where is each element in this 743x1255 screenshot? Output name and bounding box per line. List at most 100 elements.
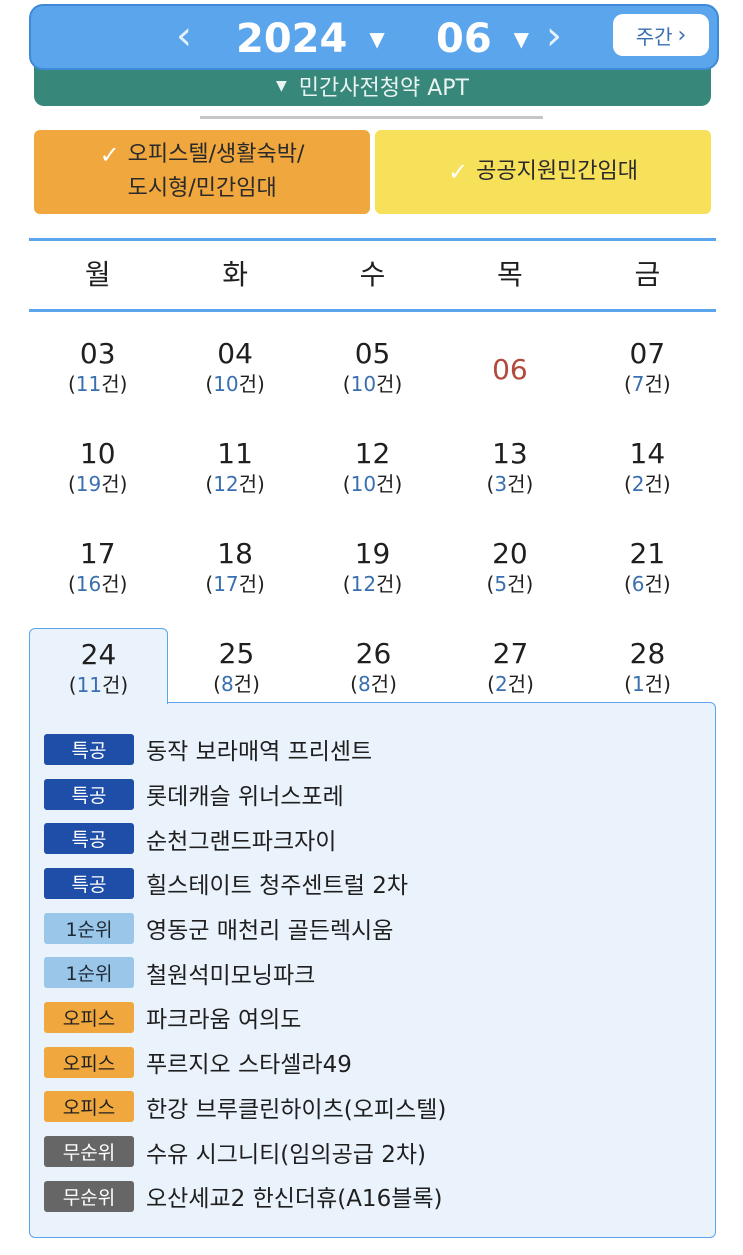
list-item[interactable]: 특공 순천그랜드파크자이 (30, 816, 715, 861)
day-cell[interactable]: 03 (11건) (29, 312, 166, 412)
weekday-wed: 수 (359, 258, 386, 291)
day-cell[interactable]: 18 (17건) (166, 512, 303, 612)
list-item[interactable]: 특공 힐스테이트 청주센트럴 2차 (30, 861, 715, 906)
day-number: 11 (217, 437, 253, 470)
day-number: 20 (492, 537, 528, 570)
day-number: 26 (355, 637, 392, 670)
event-title: 철원석미모닝파크 (146, 962, 316, 989)
day-count: (5건) (486, 572, 534, 596)
filter-officetel-button[interactable]: ✓ 오피스텔/생활숙박/ 도시형/민간임대 (34, 130, 370, 214)
filter-public-support-button[interactable]: ✓ 공공지원민간임대 (375, 130, 711, 214)
day-count: (2건) (623, 472, 671, 496)
weekly-label: 주간 (635, 24, 673, 49)
day-cell-today[interactable]: 06 (441, 312, 578, 412)
day-cell[interactable]: 20 (5건) (441, 512, 578, 612)
next-month-button[interactable]: › (546, 14, 562, 58)
event-title: 힐스테이트 청주센트럴 2차 (146, 873, 409, 900)
divider (200, 116, 543, 119)
day-cell[interactable]: 10 (19건) (29, 412, 166, 512)
event-title: 영동군 매천리 골든렉시움 (146, 918, 394, 945)
event-list: 특공 동작 보라매역 프리센트 특공 롯데캐슬 위너스포레 특공 순천그랜드파크… (29, 702, 716, 1238)
check-icon: ✓ (447, 158, 469, 186)
type-badge: 오피스 (44, 1046, 134, 1078)
day-number: 05 (354, 337, 391, 370)
list-item[interactable]: 오피스 한강 브루클린하이츠(오피스텔) (30, 1085, 715, 1130)
day-cell[interactable]: 28 (1건) (579, 628, 716, 706)
day-number: 19 (354, 537, 391, 570)
list-item[interactable]: 특공 롯데캐슬 위너스포레 (30, 772, 715, 817)
weekly-view-button[interactable]: 주간 › (613, 14, 709, 56)
type-badge: 무순위 (44, 1180, 134, 1212)
list-item[interactable]: 1순위 영동군 매천리 골든렉시움 (30, 906, 715, 951)
caret-down-icon: ▼ (369, 27, 385, 51)
day-number: 24 (80, 638, 117, 671)
list-item[interactable]: 무순위 오산세교2 한신더휴(A16블록) (30, 1174, 715, 1219)
triangle-down-icon: ▼ (276, 78, 287, 94)
event-title: 수유 시그니티(임의공급 2차) (146, 1141, 426, 1168)
day-cell[interactable]: 19 (12건) (304, 512, 441, 612)
list-item[interactable]: 1순위 철원석미모닝파크 (30, 950, 715, 995)
day-cell[interactable]: 05 (10건) (304, 312, 441, 412)
calendar-header: ‹ 2024 ▼ 06 ▼ › 주간 › (29, 4, 719, 70)
chevron-right-icon: › (677, 22, 687, 48)
day-number: 13 (492, 437, 528, 470)
day-count: (12건) (342, 572, 403, 596)
event-title: 롯데캐슬 위너스포레 (146, 784, 344, 811)
day-cell[interactable]: 13 (3건) (441, 412, 578, 512)
event-title: 오산세교2 한신더휴(A16블록) (146, 1186, 443, 1213)
day-number: 12 (354, 437, 391, 470)
weekday-fri: 금 (634, 258, 661, 291)
day-cell[interactable]: 07 (7건) (579, 312, 716, 412)
type-badge: 무순위 (44, 1136, 134, 1168)
filter-public-support-label: 공공지원민간임대 (476, 159, 639, 184)
list-item[interactable]: 오피스 파크라움 여의도 (30, 995, 715, 1040)
week-row: 24 (11건) 25 (8건) 26 (8건) 27 (2건) 28 (1건) (29, 628, 716, 706)
category-label: 민간사전청약 APT (298, 76, 469, 101)
type-badge: 특공 (44, 778, 134, 810)
month-select[interactable]: 06 ▼ (436, 16, 529, 62)
day-cell[interactable]: 26 (8건) (305, 628, 442, 706)
day-count: (1건) (624, 672, 671, 696)
day-cell[interactable]: 17 (16건) (29, 512, 166, 612)
day-number: 21 (629, 537, 666, 570)
day-count: (10건) (342, 372, 403, 396)
day-number: 25 (218, 637, 255, 670)
type-badge: 특공 (44, 733, 134, 765)
filter-officetel-line1: 오피스텔/생활숙박/ (127, 142, 305, 167)
day-count: (8건) (350, 672, 397, 696)
event-title: 파크라움 여의도 (146, 1007, 302, 1034)
day-count: (16건) (67, 572, 128, 596)
day-count: (17건) (205, 572, 265, 596)
week-row: 10 (19건) 11 (12건) 12 (10건) 13 (3건) 14 (2… (29, 412, 716, 512)
day-cell[interactable]: 12 (10건) (304, 412, 441, 512)
day-count: (19건) (67, 472, 128, 496)
year-select[interactable]: 2024 ▼ (236, 16, 385, 62)
day-count: (12건) (205, 472, 265, 496)
day-cell[interactable]: 27 (2건) (442, 628, 579, 706)
day-cell[interactable]: 04 (10건) (166, 312, 303, 412)
day-number: 03 (79, 337, 116, 370)
list-item[interactable]: 오피스 푸르지오 스타셀라49 (30, 1040, 715, 1085)
weekday-header: 월 화 수 목 금 (29, 238, 716, 312)
day-count: (7건) (623, 372, 671, 396)
day-number: 14 (629, 437, 666, 470)
type-badge: 특공 (44, 867, 134, 899)
day-cell[interactable]: 21 (6건) (579, 512, 716, 612)
day-number: 18 (217, 537, 253, 570)
type-badge: 특공 (44, 823, 134, 855)
list-item[interactable]: 무순위 수유 시그니티(임의공급 2차) (30, 1129, 715, 1174)
day-cell[interactable]: 11 (12건) (166, 412, 303, 512)
day-cell-selected[interactable]: 24 (11건) (29, 628, 168, 704)
list-item[interactable]: 특공 동작 보라매역 프리센트 (30, 727, 715, 772)
weekday-thu: 목 (497, 258, 523, 291)
day-number: 06 (492, 353, 528, 386)
day-number: 27 (492, 637, 529, 670)
day-count: (6건) (623, 572, 671, 596)
week-row: 03 (11건) 04 (10건) 05 (10건) 06 07 (7건) (29, 312, 716, 412)
day-count: (10건) (342, 472, 403, 496)
day-cell[interactable]: 14 (2건) (579, 412, 716, 512)
day-cell[interactable]: 25 (8건) (168, 628, 305, 706)
caret-down-icon: ▼ (513, 27, 530, 51)
day-number: 10 (79, 437, 116, 470)
prev-month-button[interactable]: ‹ (176, 14, 192, 58)
